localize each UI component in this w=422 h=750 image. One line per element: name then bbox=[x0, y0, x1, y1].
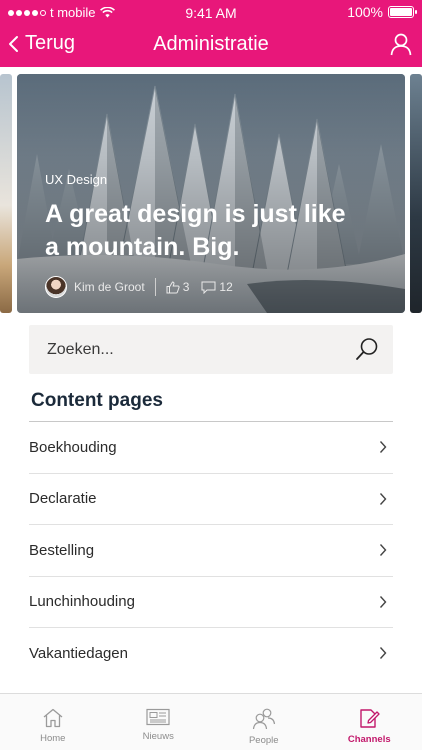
back-label: Terug bbox=[25, 32, 76, 54]
list-item-declaratie[interactable]: Declaratie bbox=[29, 472, 393, 525]
hero-category[interactable]: UX Design bbox=[45, 172, 107, 187]
back-button[interactable]: Terug bbox=[8, 32, 75, 55]
list-item-label: Vakantiedagen bbox=[29, 644, 128, 662]
tab-people[interactable]: People bbox=[211, 694, 317, 750]
home-icon bbox=[43, 708, 63, 728]
likes-count: 3 bbox=[182, 280, 190, 294]
hero-meta: Kim de Groot 3 12 bbox=[45, 275, 233, 299]
chevron-right-icon bbox=[379, 492, 387, 505]
list-item-label: Declaratie bbox=[29, 490, 97, 508]
search-icon[interactable] bbox=[355, 337, 379, 361]
content-pages-list: Boekhouding Declaratie Bestelling Lunchi… bbox=[29, 421, 393, 679]
meta-divider bbox=[154, 278, 156, 296]
author-avatar bbox=[45, 276, 67, 298]
tab-label: Nieuws bbox=[142, 731, 174, 742]
content-pages-heading: Content pages bbox=[31, 390, 163, 411]
top-bar: t mobile 9:41 AM 100% Terug Administrati… bbox=[0, 0, 422, 67]
previous-slide-peek[interactable] bbox=[0, 74, 12, 313]
tab-label: People bbox=[248, 735, 279, 746]
profile-button[interactable] bbox=[390, 32, 412, 61]
chevron-right-icon bbox=[379, 595, 387, 608]
list-item-lunchinhouding[interactable]: Lunchinhouding bbox=[29, 575, 393, 628]
user-icon bbox=[390, 33, 412, 56]
chevron-right-icon bbox=[379, 544, 387, 557]
list-item-label: Lunchinhouding bbox=[29, 593, 135, 611]
list-item-label: Boekhouding bbox=[29, 438, 117, 456]
list-item-bestelling[interactable]: Bestelling bbox=[29, 524, 393, 576]
people-icon bbox=[252, 708, 275, 730]
likes-stat[interactable]: 3 bbox=[166, 280, 190, 294]
thumbs-up-icon bbox=[166, 280, 180, 293]
chevron-right-icon bbox=[379, 441, 387, 454]
battery-indicator: 100% bbox=[347, 4, 417, 20]
list-item-label: Bestelling bbox=[29, 541, 95, 559]
hero-card[interactable]: UX Design A great design is just like a … bbox=[17, 74, 405, 313]
tab-channels[interactable]: Channels bbox=[317, 694, 422, 750]
tab-nieuws[interactable]: Nieuws bbox=[106, 694, 212, 750]
battery-icon bbox=[388, 6, 417, 18]
chevron-right-icon bbox=[379, 647, 387, 660]
tab-label: Channels bbox=[347, 734, 391, 745]
navigation-bar: Terug Administratie bbox=[0, 26, 422, 67]
comments-count: 12 bbox=[219, 280, 233, 294]
hero-carousel[interactable]: UX Design A great design is just like a … bbox=[0, 67, 422, 317]
search-bar bbox=[29, 325, 393, 374]
list-item-vakantiedagen[interactable]: Vakantiedagen bbox=[29, 627, 393, 679]
comments-stat[interactable]: 12 bbox=[201, 280, 233, 294]
battery-percent: 100% bbox=[347, 4, 383, 20]
tab-home[interactable]: Home bbox=[0, 694, 106, 750]
status-bar: t mobile 9:41 AM 100% bbox=[0, 0, 422, 26]
author-name[interactable]: Kim de Groot bbox=[74, 280, 145, 294]
hero-headline[interactable]: A great design is just like a mountain. … bbox=[45, 198, 365, 264]
list-item-boekhouding[interactable]: Boekhouding bbox=[29, 421, 393, 473]
next-slide-peek[interactable] bbox=[410, 74, 422, 313]
tab-label: Home bbox=[40, 733, 66, 744]
comment-icon bbox=[201, 281, 216, 294]
chevron-left-icon bbox=[9, 35, 18, 52]
search-input[interactable] bbox=[29, 340, 329, 359]
news-icon bbox=[146, 708, 170, 726]
channels-icon bbox=[360, 709, 380, 728]
tab-bar: Home Nieuws People Channels bbox=[0, 693, 422, 750]
